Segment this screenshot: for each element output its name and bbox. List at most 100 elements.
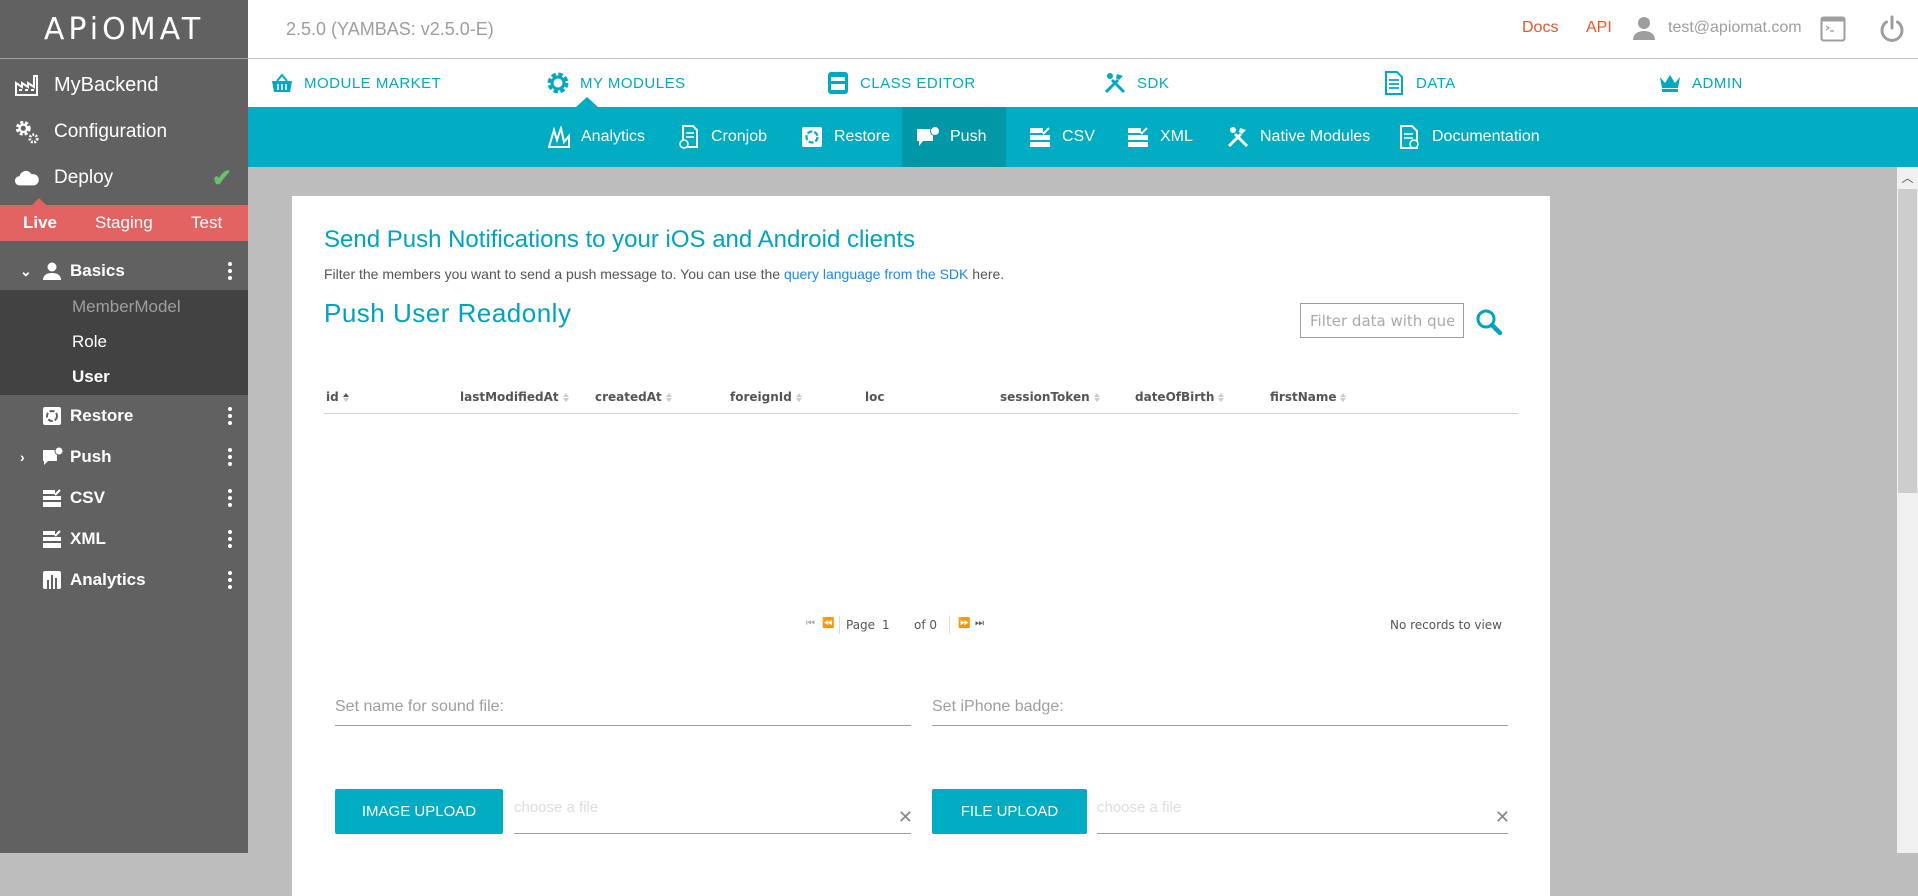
apiomat-logo[interactable]: APiOMAT bbox=[0, 0, 248, 59]
tab-label: Analytics bbox=[581, 128, 646, 145]
sound-file-field[interactable] bbox=[335, 690, 911, 726]
sidebar-item-configuration[interactable]: Configuration bbox=[0, 110, 248, 154]
factory-icon bbox=[14, 72, 40, 98]
table-pager: ⏮ ⏪ Page 1 of 0 ⏩ ⏭ No records to view bbox=[324, 616, 1518, 636]
filter-query-input[interactable] bbox=[1300, 303, 1464, 338]
user-email[interactable]: test@apiomat.com bbox=[1668, 19, 1802, 37]
iphone-badge-field[interactable] bbox=[932, 690, 1508, 726]
tab-push[interactable]: Push bbox=[902, 107, 1006, 167]
sidebar-item-deploy[interactable]: Deploy ✔ bbox=[0, 156, 248, 200]
terminal-icon[interactable] bbox=[1820, 16, 1846, 47]
logo-text: APiOMAT bbox=[43, 11, 205, 47]
chevron-down-icon[interactable]: ⌄ bbox=[20, 263, 32, 280]
column-createdat[interactable]: createdAt bbox=[595, 390, 672, 404]
nav-label: ADMIN bbox=[1692, 74, 1743, 92]
pager-divider bbox=[949, 616, 950, 634]
class-item-user[interactable]: User bbox=[72, 367, 110, 387]
grid-title: Push User Readonly bbox=[324, 298, 572, 328]
nav-label: SDK bbox=[1137, 74, 1170, 92]
tab-label: Restore bbox=[834, 128, 891, 145]
api-link[interactable]: API bbox=[1586, 19, 1612, 37]
tab-label: Push bbox=[950, 128, 987, 145]
csv-icon bbox=[1028, 125, 1052, 149]
version-label: 2.5.0 (YAMBAS: v2.5.0-E) bbox=[286, 19, 494, 39]
module-csv[interactable]: CSV bbox=[0, 478, 248, 518]
image-upload-button[interactable]: IMAGE UPLOAD bbox=[335, 789, 503, 834]
last-page-icon[interactable]: ⏭ bbox=[975, 618, 984, 629]
image-file-field[interactable]: choose a file ✕ bbox=[514, 789, 913, 834]
env-test[interactable]: Test bbox=[191, 213, 222, 233]
env-staging[interactable]: Staging bbox=[95, 213, 153, 233]
sound-file-input[interactable] bbox=[335, 690, 911, 724]
nav-label: DATA bbox=[1416, 74, 1456, 92]
more-menu-icon[interactable] bbox=[228, 448, 232, 466]
tab-native-modules[interactable]: Native Modules bbox=[1212, 107, 1384, 167]
nav-label: CLASS EDITOR bbox=[860, 74, 976, 92]
sort-icon bbox=[1218, 392, 1225, 402]
module-label: XML bbox=[70, 529, 106, 548]
page-number-input[interactable]: 1 bbox=[882, 618, 890, 632]
class-item-role[interactable]: Role bbox=[72, 332, 107, 352]
sidebar-item-backend[interactable]: MyBackend bbox=[0, 63, 248, 107]
scroll-thumb[interactable] bbox=[1898, 189, 1917, 493]
restore-icon bbox=[800, 125, 824, 149]
query-language-link[interactable]: query language from the SDK bbox=[784, 266, 968, 282]
documentation-icon bbox=[1398, 125, 1422, 149]
module-xml[interactable]: XML bbox=[0, 519, 248, 559]
chevron-right-icon[interactable]: › bbox=[20, 449, 25, 465]
basics-classes: MemberModel Role User bbox=[0, 290, 248, 395]
csv-icon bbox=[42, 488, 62, 508]
tab-xml[interactable]: XML bbox=[1112, 107, 1207, 167]
iphone-badge-input[interactable] bbox=[932, 690, 1508, 724]
nav-data[interactable]: DATA bbox=[1382, 59, 1456, 107]
tab-documentation[interactable]: Documentation bbox=[1384, 107, 1554, 167]
column-firstname[interactable]: firstName bbox=[1270, 390, 1347, 404]
file-field[interactable]: choose a file ✕ bbox=[1097, 789, 1510, 834]
more-menu-icon[interactable] bbox=[228, 530, 232, 548]
docs-link[interactable]: Docs bbox=[1522, 19, 1558, 37]
tab-csv[interactable]: CSV bbox=[1014, 107, 1109, 167]
column-id[interactable]: id bbox=[326, 390, 349, 404]
tab-analytics[interactable]: Analytics bbox=[533, 107, 659, 167]
column-dateofbirth[interactable]: dateOfBirth bbox=[1135, 390, 1225, 404]
column-loc[interactable]: loc bbox=[865, 390, 884, 404]
first-page-icon[interactable]: ⏮ bbox=[806, 618, 815, 629]
description-text-end: here. bbox=[968, 266, 1005, 282]
power-icon[interactable] bbox=[1878, 15, 1906, 48]
nav-class-editor[interactable]: CLASS EDITOR bbox=[826, 59, 976, 107]
file-placeholder: choose a file bbox=[1097, 799, 1182, 816]
module-push[interactable]: › Push bbox=[0, 437, 248, 477]
more-menu-icon[interactable] bbox=[228, 407, 232, 425]
nav-sdk[interactable]: SDK bbox=[1103, 59, 1169, 107]
column-lastmodifiedat[interactable]: lastModifiedAt bbox=[460, 390, 569, 404]
env-live[interactable]: Live bbox=[23, 213, 57, 233]
column-sessiontoken[interactable]: sessionToken bbox=[1000, 390, 1100, 404]
nav-module-market[interactable]: MODULE MARKET bbox=[270, 59, 441, 107]
clear-file-icon[interactable]: ✕ bbox=[1495, 807, 1510, 828]
module-label: Analytics bbox=[70, 570, 146, 589]
tab-cronjob[interactable]: Cronjob bbox=[663, 107, 781, 167]
more-menu-icon[interactable] bbox=[228, 571, 232, 589]
module-label: Basics bbox=[70, 261, 125, 280]
nav-admin[interactable]: ADMIN bbox=[1658, 59, 1743, 107]
page-total: of 0 bbox=[914, 618, 938, 632]
file-upload-button[interactable]: FILE UPLOAD bbox=[932, 789, 1087, 834]
page-scrollbar[interactable]: ︿ bbox=[1897, 167, 1918, 853]
column-foreignid[interactable]: foreignId bbox=[730, 390, 802, 404]
cronjob-icon bbox=[677, 125, 701, 149]
search-icon[interactable] bbox=[1475, 308, 1503, 336]
scroll-up-arrow-icon[interactable]: ︿ bbox=[1897, 167, 1918, 188]
module-restore[interactable]: Restore bbox=[0, 396, 248, 436]
module-analytics[interactable]: Analytics bbox=[0, 560, 248, 600]
tab-restore[interactable]: Restore bbox=[786, 107, 904, 167]
more-menu-icon[interactable] bbox=[228, 489, 232, 507]
tab-label: Documentation bbox=[1432, 128, 1540, 145]
records-info: No records to view bbox=[1389, 618, 1502, 632]
clear-image-icon[interactable]: ✕ bbox=[898, 807, 913, 828]
more-menu-icon[interactable] bbox=[228, 262, 232, 280]
module-basics[interactable]: ⌄ Basics bbox=[0, 251, 248, 291]
prev-page-icon[interactable]: ⏪ bbox=[822, 618, 834, 629]
nav-my-modules[interactable]: MY MODULES bbox=[546, 59, 686, 107]
next-page-icon[interactable]: ⏩ bbox=[958, 618, 970, 629]
class-item-membermodel[interactable]: MemberModel bbox=[72, 297, 181, 317]
